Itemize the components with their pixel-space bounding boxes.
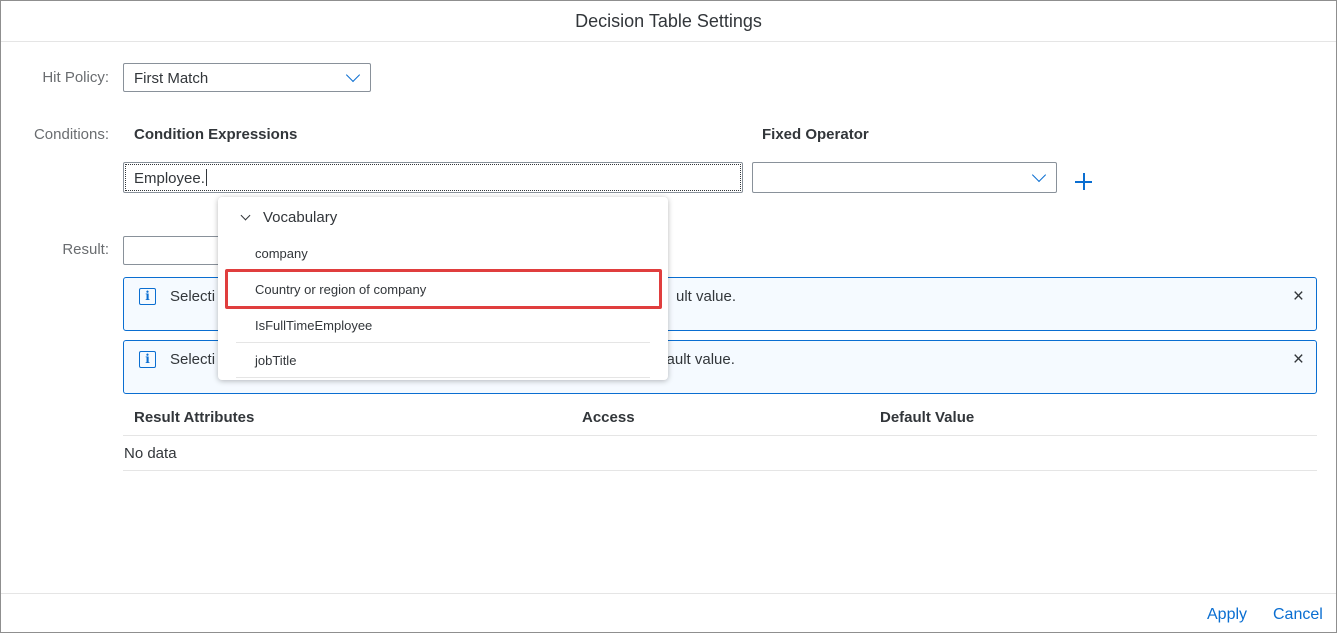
info-message-text-end: ult value. — [676, 288, 737, 305]
dialog-header: Decision Table Settings — [1, 1, 1336, 42]
column-access: Access — [582, 409, 635, 426]
info-message-text-start: Selecti — [170, 288, 216, 305]
no-data-text: No data — [124, 445, 177, 462]
conditions-label: Conditions: — [33, 126, 109, 143]
result-table-header: Result Attributes Access Default Value — [123, 402, 1317, 436]
decision-table-settings-dialog: Decision Table Settings Hit Policy: Firs… — [0, 0, 1337, 633]
result-table-empty-row: No data — [123, 437, 1317, 471]
add-condition-plus-icon[interactable] — [1074, 171, 1094, 191]
vocabulary-group-header[interactable]: Vocabulary — [238, 206, 337, 228]
apply-button[interactable]: Apply — [1207, 606, 1247, 624]
fixed-operator-header: Fixed Operator — [762, 126, 869, 143]
close-icon[interactable]: × — [1293, 286, 1304, 308]
info-message-text-start: Selecti — [170, 351, 216, 368]
suggestions-popover: Vocabulary company Country or region of … — [218, 197, 668, 380]
dialog-footer: Apply Cancel — [1, 593, 1336, 633]
column-result-attributes: Result Attributes — [134, 409, 255, 426]
chevron-down-icon — [240, 210, 251, 220]
suggestion-item-isfulltimeemployee[interactable]: IsFullTimeEmployee — [236, 309, 650, 343]
text-caret — [205, 169, 207, 186]
close-icon[interactable]: × — [1293, 349, 1304, 371]
dialog-title: Decision Table Settings — [575, 10, 762, 31]
vocabulary-group-label: Vocabulary — [263, 208, 338, 226]
condition-expressions-header: Condition Expressions — [134, 126, 298, 143]
condition-expression-value: Employee. — [134, 169, 207, 187]
hit-policy-select[interactable]: First Match — [123, 63, 371, 92]
hit-policy-value: First Match — [134, 70, 209, 87]
result-label: Result: — [62, 241, 109, 258]
info-icon: i — [139, 351, 156, 368]
chevron-down-icon — [345, 67, 361, 83]
chevron-down-icon — [1031, 167, 1047, 183]
condition-expression-input[interactable]: Employee. — [123, 162, 743, 193]
info-icon: i — [139, 288, 156, 305]
hit-policy-label: Hit Policy: — [42, 69, 109, 86]
suggestion-item-country-or-region[interactable]: Country or region of company — [236, 273, 650, 307]
column-default-value: Default Value — [880, 409, 975, 426]
suggestion-item-jobtitle[interactable]: jobTitle — [236, 344, 650, 378]
cancel-button[interactable]: Cancel — [1273, 606, 1323, 624]
fixed-operator-select[interactable] — [752, 162, 1057, 193]
suggestion-item-company[interactable]: company — [236, 237, 650, 271]
